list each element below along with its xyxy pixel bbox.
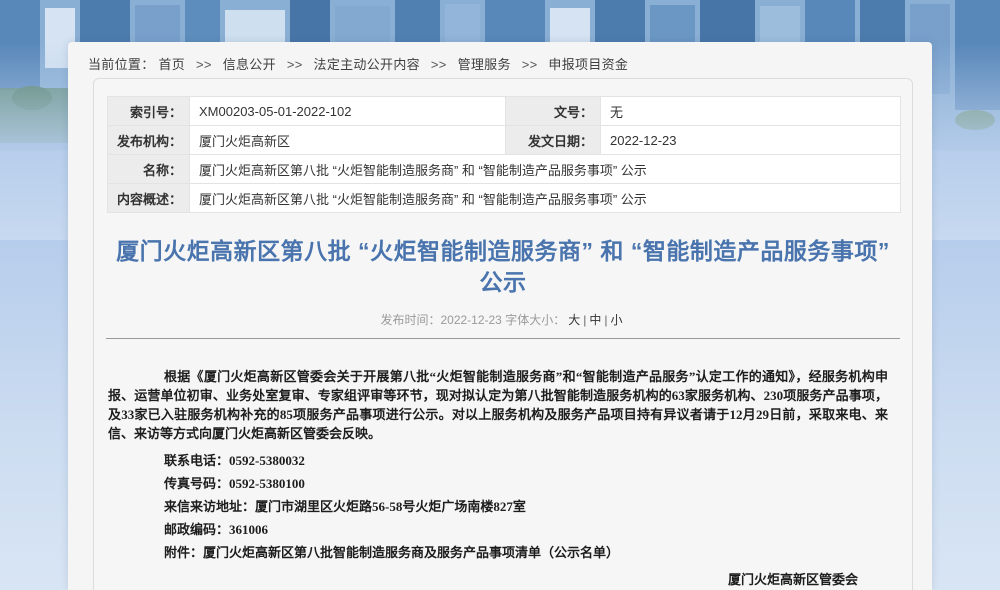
font-size-option-large[interactable]: 大 <box>568 313 580 327</box>
breadcrumb-separator: >> <box>431 57 447 72</box>
meta-value-summary: 厦门火炬高新区第八批 “火炬智能制造服务商” 和 “智能制造产品服务事项” 公示 <box>190 184 901 213</box>
breadcrumb-item-home[interactable]: 首页 <box>158 57 185 72</box>
meta-label-summary: 内容概述： <box>108 184 190 213</box>
meta-label-name: 名称： <box>108 155 190 184</box>
article-body: 根据《厦门火炬高新区管委会关于开展第八批“火炬智能制造服务商”和“智能制造产品服… <box>94 339 912 590</box>
breadcrumb-separator: >> <box>196 57 212 72</box>
announcement-paragraph: 根据《厦门火炬高新区管委会关于开展第八批“火炬智能制造服务商”和“智能制造产品服… <box>108 367 888 443</box>
font-size-option-small[interactable]: 小 <box>611 313 623 327</box>
meta-value-index-no: XM00203-05-01-2022-102 <box>190 97 506 126</box>
meta-value-name: 厦门火炬高新区第八批 “火炬智能制造服务商” 和 “智能制造产品服务事项” 公示 <box>190 155 901 184</box>
article-title: 厦门火炬高新区第八批 “火炬智能制造服务商” 和 “智能制造产品服务事项” 公示 <box>110 236 896 298</box>
breadcrumb-label: 当前位置： <box>88 57 155 72</box>
meta-label-issue-date: 发文日期： <box>506 126 601 155</box>
breadcrumb-separator: >> <box>287 57 303 72</box>
publish-date: 发布时间：2022-12-23 <box>380 313 501 327</box>
font-size-separator: | <box>604 313 607 327</box>
contact-phone-line: 联系电话：0592-5380032 <box>164 452 888 469</box>
meta-label-doc-no: 文号： <box>506 97 601 126</box>
meta-row: 名称： 厦门火炬高新区第八批 “火炬智能制造服务商” 和 “智能制造产品服务事项… <box>108 155 901 184</box>
page: 当前位置： 首页 >> 信息公开 >> 法定主动公开内容 >> 管理服务 >> … <box>0 0 1000 590</box>
font-size-separator: | <box>583 313 586 327</box>
meta-label-index-no: 索引号： <box>108 97 190 126</box>
breadcrumb: 当前位置： 首页 >> 信息公开 >> 法定主动公开内容 >> 管理服务 >> … <box>88 54 628 73</box>
meta-table: 索引号： XM00203-05-01-2022-102 文号： 无 发布机构： … <box>107 96 901 213</box>
meta-row: 发布机构： 厦门火炬高新区 发文日期： 2022-12-23 <box>108 126 901 155</box>
meta-value-publisher: 厦门火炬高新区 <box>190 126 506 155</box>
breadcrumb-item-info-disclosure[interactable]: 信息公开 <box>223 57 276 72</box>
contact-address-line: 来信来访地址：厦门市湖里区火炬路56-58号火炬广场南楼827室 <box>164 498 888 515</box>
signature-org: 厦门火炬高新区管委会 <box>108 571 888 588</box>
meta-value-issue-date: 2022-12-23 <box>601 126 901 155</box>
contact-postcode-line: 邮政编码：361006 <box>164 521 888 538</box>
font-size-option-medium[interactable]: 中 <box>589 313 601 327</box>
publish-info: 发布时间：2022-12-23 字体大小：大|中|小 <box>94 311 912 328</box>
article-card: 索引号： XM00203-05-01-2022-102 文号： 无 发布机构： … <box>93 78 913 590</box>
breadcrumb-separator: >> <box>522 57 538 72</box>
content-panel: 当前位置： 首页 >> 信息公开 >> 法定主动公开内容 >> 管理服务 >> … <box>68 42 932 590</box>
breadcrumb-item-statutory-content[interactable]: 法定主动公开内容 <box>314 57 420 72</box>
attachment-link[interactable]: 附件：厦门火炬高新区第八批智能制造服务商及服务产品事项清单（公示名单） <box>164 544 888 561</box>
meta-row: 索引号： XM00203-05-01-2022-102 文号： 无 <box>108 97 901 126</box>
breadcrumb-item-project-funding[interactable]: 申报项目资金 <box>548 57 628 72</box>
meta-value-doc-no: 无 <box>601 97 901 126</box>
meta-row: 内容概述： 厦门火炬高新区第八批 “火炬智能制造服务商” 和 “智能制造产品服务… <box>108 184 901 213</box>
breadcrumb-item-management-services[interactable]: 管理服务 <box>458 57 511 72</box>
contact-fax-line: 传真号码：0592-5380100 <box>164 475 888 492</box>
font-size-label: 字体大小： <box>505 313 565 327</box>
meta-label-publisher: 发布机构： <box>108 126 190 155</box>
